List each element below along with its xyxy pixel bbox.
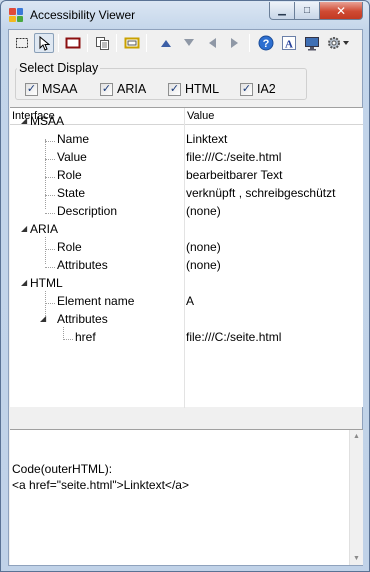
property-label: Value: [57, 150, 87, 164]
tree-row-msaa-description[interactable]: Description (none): [10, 202, 363, 220]
property-value: (none): [186, 240, 221, 254]
tree-node-aria[interactable]: ◢ ARIA: [10, 220, 363, 238]
checkbox-aria[interactable]: ✓ ARIA: [100, 82, 146, 96]
minimize-button[interactable]: ▁: [269, 2, 295, 20]
svg-text:?: ?: [263, 38, 270, 50]
tree-row-html-element-name[interactable]: Element name A: [10, 292, 363, 310]
tree-node-label: HTML: [30, 276, 63, 290]
toolbar-separator: [146, 34, 147, 52]
property-value: bearbeitbarer Text: [186, 168, 283, 182]
checkbox-html-label: HTML: [185, 82, 220, 96]
copy-icon[interactable]: [92, 33, 112, 53]
tree-node-label: MSAA: [30, 114, 65, 128]
property-value: (none): [186, 204, 221, 218]
tree-node-msaa[interactable]: ◢ MSAA: [10, 112, 363, 130]
tree-row-aria-role[interactable]: Role (none): [10, 238, 363, 256]
checkbox-html[interactable]: ✓ HTML: [168, 82, 219, 96]
checkbox-ia2[interactable]: ✓ IA2: [240, 82, 276, 96]
toolbar-separator: [87, 34, 88, 52]
select-rectangle-icon[interactable]: [12, 33, 32, 53]
collapse-arrow-icon[interactable]: ◢: [21, 116, 27, 125]
property-value: A: [186, 294, 195, 308]
display-icon[interactable]: [302, 33, 322, 53]
app-icon: [9, 8, 23, 22]
property-value: Linktext: [186, 132, 228, 146]
code-text[interactable]: <a href="seite.html">Linktext</a>: [12, 478, 189, 492]
move-down-icon[interactable]: [179, 33, 199, 53]
checkbox-msaa-box[interactable]: ✓: [25, 82, 38, 96]
property-label: href: [75, 330, 96, 344]
collapse-arrow-icon[interactable]: ◢: [21, 278, 27, 287]
tree-row-aria-attributes[interactable]: Attributes (none): [10, 256, 363, 274]
close-button[interactable]: ✕: [320, 2, 363, 20]
window-controls: ▁ □ ✕: [269, 2, 363, 20]
tree-node-label: Attributes: [57, 312, 108, 326]
tree-row-msaa-name[interactable]: Name Linktext: [10, 130, 363, 148]
move-left-icon[interactable]: [202, 33, 222, 53]
checkbox-html-box[interactable]: ✓: [168, 82, 181, 96]
code-panel[interactable]: Code(outerHTML): <a href="seite.html">Li…: [10, 429, 363, 565]
code-scrollbar[interactable]: ▲ ▼: [349, 430, 363, 565]
move-right-icon[interactable]: [225, 33, 245, 53]
checkbox-aria-box[interactable]: ✓: [100, 82, 113, 96]
toolbar-separator: [249, 34, 250, 52]
client-area: ? A Select Display ✓ MSAA ✓ ARIA ✓ HTML: [8, 29, 363, 566]
tree-row-msaa-value[interactable]: Value file:///C:/seite.html: [10, 148, 363, 166]
checkbox-ia2-label: IA2: [257, 82, 276, 96]
property-label: Attributes: [57, 258, 108, 272]
tree-row-msaa-state[interactable]: State verknüpft , schreibgeschützt: [10, 184, 363, 202]
scroll-up-arrow-icon[interactable]: ▲: [353, 433, 360, 440]
move-up-icon[interactable]: [156, 33, 176, 53]
collapse-arrow-icon[interactable]: ◢: [40, 314, 46, 323]
property-label: State: [57, 186, 86, 200]
toolbar-separator: [58, 34, 59, 52]
tree-node-html[interactable]: ◢ HTML: [10, 274, 363, 292]
checkbox-aria-label: ARIA: [117, 82, 147, 96]
maximize-button[interactable]: □: [295, 2, 320, 20]
property-label: Description: [57, 204, 118, 218]
pointer-icon[interactable]: [34, 33, 54, 53]
window-title: Accessibility Viewer: [30, 8, 136, 22]
help-icon[interactable]: ?: [256, 33, 276, 53]
tree-node-label: ARIA: [30, 222, 59, 236]
interface-tree[interactable]: Interface Value ◢ MSAA Name Linktext Val…: [10, 107, 363, 408]
select-display-label: Select Display: [17, 61, 101, 75]
property-value: verknüpft , schreibgeschützt: [186, 186, 336, 200]
svg-text:A: A: [285, 39, 293, 51]
highlight-frame-icon[interactable]: [63, 33, 83, 53]
title-bar[interactable]: Accessibility Viewer ▁ □ ✕: [1, 1, 369, 29]
accessibility-viewer-window: Accessibility Viewer ▁ □ ✕ ? A Select Di…: [0, 0, 370, 572]
scroll-down-arrow-icon[interactable]: ▼: [353, 555, 360, 562]
toolbar: ? A: [9, 30, 362, 56]
property-label: Role: [57, 240, 82, 254]
tree-row-html-href[interactable]: href file:///C:/seite.html: [10, 328, 363, 346]
property-label: Name: [57, 132, 90, 146]
toolbar-separator: [116, 34, 117, 52]
property-value: file:///C:/seite.html: [186, 150, 282, 164]
settings-icon[interactable]: [325, 33, 351, 53]
collapse-arrow-icon[interactable]: ◢: [21, 224, 27, 233]
code-heading: Code(outerHTML):: [12, 462, 113, 476]
font-icon[interactable]: A: [279, 33, 299, 53]
tree-node-html-attributes[interactable]: ◢ Attributes: [10, 310, 363, 328]
focus-frame-icon[interactable]: [122, 33, 142, 53]
property-value: (none): [186, 258, 221, 272]
checkbox-ia2-box[interactable]: ✓: [240, 82, 253, 96]
tree-row-msaa-role[interactable]: Role bearbeitbarer Text: [10, 166, 363, 184]
checkbox-msaa-label: MSAA: [42, 82, 78, 96]
property-value: file:///C:/seite.html: [186, 330, 282, 344]
property-label: Element name: [57, 294, 135, 308]
checkbox-msaa[interactable]: ✓ MSAA: [25, 82, 77, 96]
property-label: Role: [57, 168, 82, 182]
